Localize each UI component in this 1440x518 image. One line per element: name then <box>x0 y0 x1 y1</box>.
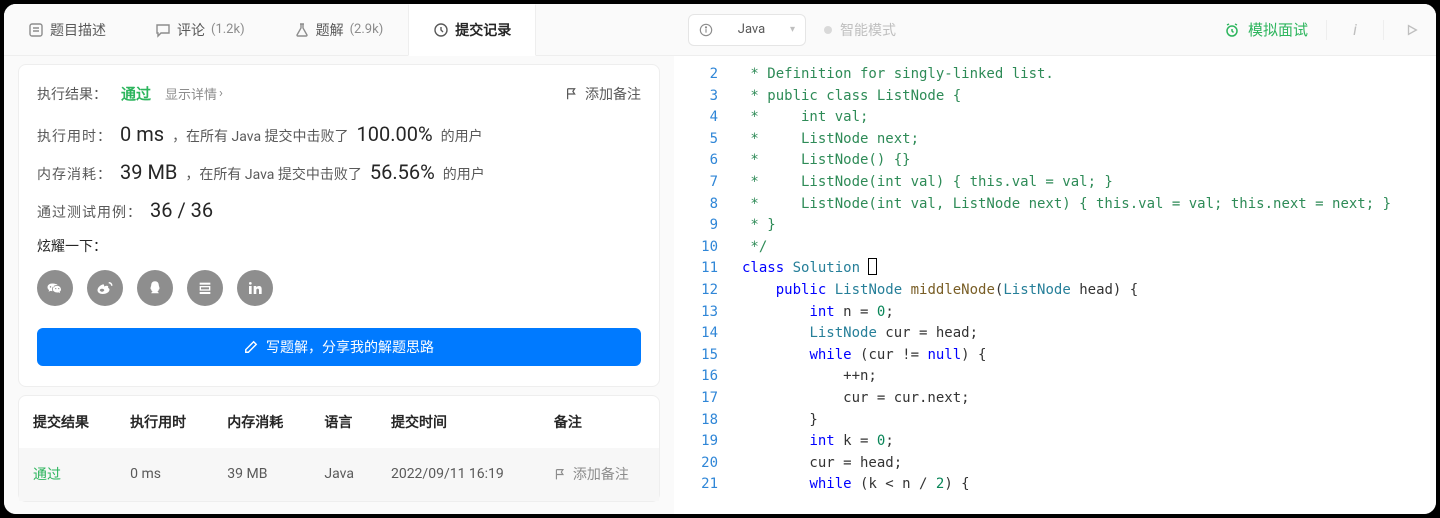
info-button[interactable]: i <box>1345 20 1365 40</box>
tab-label: 题目描述 <box>50 20 106 40</box>
share-linkedin[interactable] <box>237 270 273 306</box>
cell-memory: 39 MB <box>213 448 310 501</box>
app-window: 题目描述 评论 (1.2k) 题解 (2.9k) 提交记录 <box>4 4 1436 514</box>
result-label: 执行结果： <box>37 84 107 104</box>
tab-label: 提交记录 <box>455 20 511 40</box>
stat-memory: 内存消耗： 39 MB ，在所有 Java 提交中击败了 56.56% 的用户 <box>37 160 641 184</box>
info-icon <box>699 23 713 37</box>
th-lang: 语言 <box>310 396 377 448</box>
cell-time: 2022/09/11 16:19 <box>377 448 540 501</box>
run-button[interactable] <box>1402 20 1422 40</box>
pencil-icon <box>244 340 258 354</box>
result-panel: 执行结果： 通过 显示详情 › 添加备注 执行用时： 0 ms ，在所有 Jav… <box>18 64 660 387</box>
flask-icon <box>294 22 310 38</box>
share-weibo[interactable] <box>87 270 123 306</box>
add-note-link[interactable]: 添加备注 <box>565 84 641 104</box>
write-solution-button[interactable]: 写题解，分享我的解题思路 <box>37 328 641 366</box>
alarm-icon <box>1224 22 1240 38</box>
flag-icon <box>565 87 579 101</box>
language-select[interactable]: Java ▾ <box>688 14 806 46</box>
doc-icon <box>28 22 44 38</box>
show-detail-link[interactable]: 显示详情 › <box>165 84 223 103</box>
th-memory: 内存消耗 <box>213 396 310 448</box>
chevron-down-icon: ▾ <box>790 24 795 35</box>
cell-runtime: 0 ms <box>116 448 213 501</box>
tab-description[interactable]: 题目描述 <box>4 4 131 55</box>
cell-lang: Java <box>310 448 377 501</box>
submissions-table: 提交结果 执行用时 内存消耗 语言 提交时间 备注 通过 0 ms 39 MB … <box>18 395 660 502</box>
left-tabs: 题目描述 评论 (1.2k) 题解 (2.9k) 提交记录 <box>4 4 674 56</box>
share-douban[interactable] <box>187 270 223 306</box>
share-row <box>37 270 641 306</box>
share-wechat[interactable] <box>37 270 73 306</box>
table-header-row: 提交结果 执行用时 内存消耗 语言 提交时间 备注 <box>19 396 659 448</box>
th-runtime: 执行用时 <box>116 396 213 448</box>
table-row[interactable]: 通过 0 ms 39 MB Java 2022/09/11 16:19 添加备注 <box>19 448 659 501</box>
tab-count: (2.9k) <box>350 22 384 37</box>
th-status: 提交结果 <box>19 396 116 448</box>
flag-icon <box>554 468 567 481</box>
tab-submissions[interactable]: 提交记录 <box>408 4 536 56</box>
result-status: 通过 <box>121 83 151 104</box>
history-icon <box>433 22 449 38</box>
cell-note-link[interactable]: 添加备注 <box>554 464 629 484</box>
tab-count: (1.2k) <box>211 22 245 37</box>
tab-solutions[interactable]: 题解 (2.9k) <box>270 4 409 55</box>
tab-label: 题解 <box>316 20 344 40</box>
smart-mode[interactable]: 智能模式 <box>824 20 896 40</box>
status-dot-icon <box>824 26 832 34</box>
th-note: 备注 <box>540 396 659 448</box>
stat-runtime: 执行用时： 0 ms ，在所有 Java 提交中击败了 100.00% 的用户 <box>37 122 641 146</box>
brag-label: 炫耀一下： <box>37 236 641 256</box>
left-pane: 题目描述 评论 (1.2k) 题解 (2.9k) 提交记录 <box>4 4 674 514</box>
result-head: 执行结果： 通过 显示详情 › 添加备注 <box>37 83 641 104</box>
language-label: Java <box>738 22 765 37</box>
code-editor[interactable]: 23456789101112131415161718192021 * Defin… <box>674 56 1436 514</box>
th-time: 提交时间 <box>377 396 540 448</box>
comment-icon <box>155 22 171 38</box>
chevron-right-icon: › <box>219 86 223 101</box>
tab-label: 评论 <box>177 20 205 40</box>
cell-status: 通过 <box>33 467 61 483</box>
editor-header: Java ▾ 智能模式 模拟面试 i <box>674 4 1436 56</box>
tab-comments[interactable]: 评论 (1.2k) <box>131 4 270 55</box>
share-qq[interactable] <box>137 270 173 306</box>
mock-interview-button[interactable]: 模拟面试 <box>1224 19 1308 40</box>
right-pane: Java ▾ 智能模式 模拟面试 i 234567891011121314151… <box>674 4 1436 514</box>
stat-cases: 通过测试用例： 36 / 36 <box>37 198 641 222</box>
